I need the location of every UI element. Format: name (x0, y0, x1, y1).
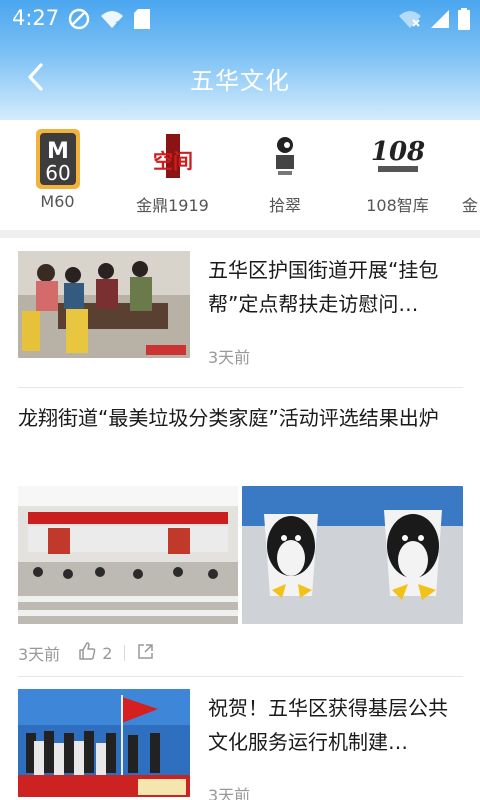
share-icon (137, 643, 154, 664)
channel-shicui[interactable]: 拾翠 (230, 120, 340, 230)
news-separator (18, 676, 463, 677)
news-1-time: 3天前 (208, 348, 251, 367)
news-1-thumbnail (18, 251, 190, 358)
sd-card-icon (134, 9, 150, 33)
svg-text:空间: 空间 (153, 149, 193, 173)
battery-icon (458, 8, 470, 34)
wifi-off-icon (398, 9, 422, 33)
news-2-image-1 (18, 486, 238, 624)
status-time: 4:27 (12, 6, 60, 30)
channel-jinding1919[interactable]: 空间 金鼎1919 (115, 120, 230, 230)
page-title: 五华文化 (190, 67, 290, 95)
channel-108zhiku[interactable]: 108 108智库 (340, 120, 455, 230)
channel-label-jinding: 金鼎1919 (136, 196, 209, 215)
channel-m60[interactable]: M 60 M60 (0, 120, 115, 230)
108-logo: 108 (370, 128, 426, 188)
jinding-logo: 空间 (142, 128, 204, 188)
channel-partial[interactable]: 金 (462, 120, 480, 230)
svg-text:60: 60 (45, 161, 70, 185)
like-button[interactable]: 2 (78, 642, 112, 664)
channel-strip: M 60 M60 空间 金鼎1919 拾翠 108 108智库 金 (0, 120, 480, 230)
m60-logo: M 60 (35, 128, 81, 194)
news-1-title: 五华区护国街道开展“挂包帮”定点帮扶走访慰问… (208, 258, 439, 316)
status-bar: 4:27 ? (0, 0, 480, 36)
channel-label-shicui: 拾翠 (268, 196, 301, 215)
news-3-time: 3天前 (208, 786, 251, 800)
app-header: 4:27 ? 五华文化 (0, 0, 480, 120)
news-2-title: 龙翔街道“最美垃圾分类家庭”活动评选结果出炉 (18, 406, 439, 430)
svg-text:?: ? (115, 21, 120, 29)
news-3-title: 祝贺！五华区获得基层公共文化服务运行机制建… (208, 696, 448, 754)
thumbs-up-icon (78, 642, 96, 664)
share-button[interactable] (137, 643, 154, 664)
like-count: 2 (102, 643, 113, 663)
channel-label-108: 108智库 (366, 196, 429, 215)
signal-icon (430, 9, 450, 33)
svg-text:108: 108 (370, 137, 424, 167)
news-2-actions: 3天前 2 (18, 641, 154, 665)
shicui-logo (265, 128, 305, 188)
news-2-time: 3天前 (18, 645, 61, 664)
news-3-thumbnail (18, 689, 190, 797)
channel-label-m60: M60 (40, 192, 75, 211)
sync-icon (68, 8, 90, 34)
action-divider (124, 645, 126, 661)
news-2-image-2 (242, 486, 463, 624)
channel-label-partial: 金 (462, 196, 479, 215)
news-separator (18, 387, 463, 388)
wifi-question-icon: ? (100, 9, 124, 33)
section-divider (0, 230, 480, 238)
